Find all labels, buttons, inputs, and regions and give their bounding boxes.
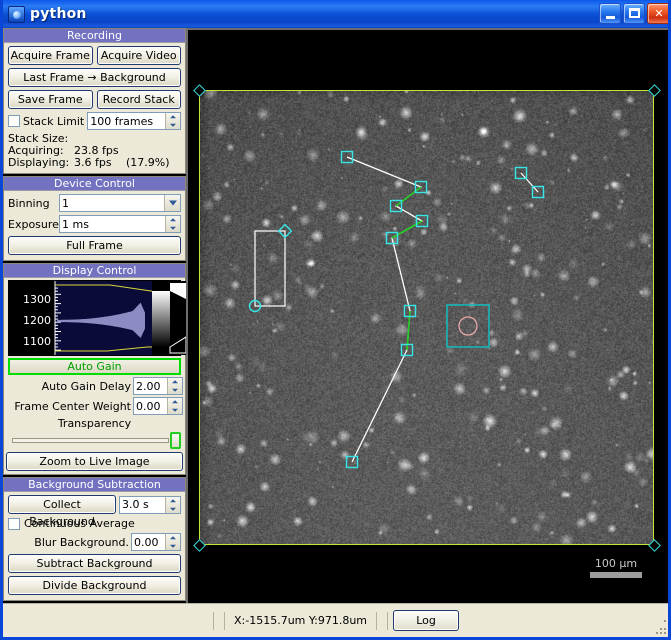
stack-limit-label: Stack Limit	[23, 115, 84, 128]
chevron-down-icon[interactable]	[164, 195, 180, 211]
zoom-to-live-image-button[interactable]: Zoom to Live Image	[6, 452, 183, 471]
python-logo-icon	[8, 6, 25, 23]
record-stack-button[interactable]: Record Stack	[97, 90, 182, 109]
log-button[interactable]: Log	[393, 610, 459, 631]
save-frame-button[interactable]: Save Frame	[8, 90, 93, 109]
display-control-title: Display Control	[4, 264, 185, 278]
live-image-canvas[interactable]	[199, 90, 654, 545]
collect-background-duration-stepper[interactable]	[165, 497, 180, 513]
frame-center-weight-label: Frame Center Weight	[14, 400, 131, 413]
auto-gain-delay-input[interactable]: 2.00	[133, 377, 183, 395]
panel-display-control: Display Control 1300 1200 1100 Auto Gain A…	[3, 263, 186, 475]
transparency-slider-thumb[interactable]	[170, 432, 181, 449]
live-image-pane[interactable]: 100 µm	[186, 28, 671, 606]
collect-background-duration-value: 3.0 s	[122, 498, 149, 511]
last-frame-to-background-button[interactable]: Last Frame → Background	[8, 68, 181, 87]
displaying-label: Displaying:	[8, 157, 74, 169]
scale-bar: 100 µm	[573, 557, 659, 578]
window-titlebar: python ✕	[3, 0, 671, 28]
resize-grip[interactable]	[656, 620, 670, 634]
recording-title: Recording	[4, 29, 185, 43]
panel-background-subtraction: Background Subtraction Collect Backgroun…	[3, 477, 186, 601]
displaying-value: 3.6 fps	[74, 157, 126, 169]
device-control-title: Device Control	[4, 177, 185, 191]
full-frame-button[interactable]: Full Frame	[8, 236, 181, 255]
window-title: python	[30, 6, 87, 22]
exposure-value: 1 ms	[62, 218, 89, 231]
recording-stats: Stack Size: Acquiring: 23.8 fps Displayin…	[8, 133, 181, 169]
collect-background-duration-input[interactable]: 3.0 s	[119, 496, 181, 514]
transparency-slider-track	[12, 438, 169, 443]
acquire-video-button[interactable]: Acquire Video	[97, 46, 182, 65]
close-icon: ✕	[648, 4, 670, 23]
binning-label: Binning	[8, 197, 56, 210]
blur-background-label: Blur Background.	[34, 536, 129, 549]
continuous-average-label: Continuous Average	[24, 517, 135, 530]
cursor-coordinates: X:-1515.7um Y:971.8um	[230, 614, 371, 627]
acquire-frame-button[interactable]: Acquire Frame	[8, 46, 93, 65]
histogram-plot: 1300 1200 1100	[9, 281, 186, 355]
stack-limit-input[interactable]: 100 frames	[87, 112, 181, 130]
panel-device-control: Device Control Binning 1 Exposure 1 ms F…	[3, 176, 186, 261]
application-window: python ✕ Recording Acquire Frame Acquire…	[0, 0, 671, 640]
maximize-button[interactable]	[623, 3, 645, 24]
close-button[interactable]: ✕	[647, 3, 671, 24]
binning-select[interactable]: 1	[59, 194, 181, 212]
blur-background-stepper[interactable]	[165, 534, 180, 550]
exposure-label: Exposure	[8, 218, 56, 231]
continuous-average-checkbox[interactable]	[8, 518, 20, 530]
svg-text:1100: 1100	[23, 335, 51, 348]
minimize-button[interactable]	[599, 3, 621, 24]
auto-gain-delay-label: Auto Gain Delay	[42, 380, 131, 393]
svg-text:1200: 1200	[23, 314, 51, 327]
stack-limit-value: 100 frames	[90, 115, 153, 128]
background-subtraction-title: Background Subtraction	[4, 478, 185, 492]
scale-bar-line	[590, 572, 642, 578]
stack-limit-stepper[interactable]	[165, 113, 180, 129]
blur-background-input[interactable]: 0.00	[131, 533, 181, 551]
panel-recording: Recording Acquire Frame Acquire Video La…	[3, 28, 186, 174]
transparency-slider[interactable]	[8, 432, 181, 449]
window-controls: ✕	[599, 3, 671, 24]
status-bar: X:-1515.7um Y:971.8um Log	[3, 603, 671, 637]
auto-gain-delay-value: 2.00	[136, 380, 161, 393]
divide-background-button[interactable]: Divide Background	[8, 576, 181, 595]
exposure-stepper[interactable]	[165, 216, 180, 232]
stack-limit-checkbox[interactable]	[8, 115, 20, 127]
exposure-input[interactable]: 1 ms	[59, 215, 181, 233]
scale-bar-label: 100 µm	[573, 557, 659, 570]
histogram-display[interactable]: 1300 1200 1100	[8, 280, 181, 356]
roi-overlay[interactable]	[200, 91, 654, 545]
transparency-label: Transparency	[6, 417, 183, 430]
svg-text:1300: 1300	[23, 293, 51, 306]
displaying-percent: (17.9%)	[126, 157, 170, 169]
blur-background-value: 0.00	[134, 536, 159, 549]
collect-background-button[interactable]: Collect Background	[8, 495, 116, 514]
binning-value: 1	[62, 197, 69, 210]
subtract-background-button[interactable]: Subtract Background	[8, 554, 181, 573]
control-sidebar: Recording Acquire Frame Acquire Video La…	[3, 28, 186, 606]
frame-center-weight-input[interactable]: 0.00	[133, 397, 183, 415]
auto-gain-button[interactable]: Auto Gain	[8, 358, 181, 375]
auto-gain-delay-stepper[interactable]	[167, 378, 182, 394]
frame-center-weight-stepper[interactable]	[167, 398, 182, 414]
frame-center-weight-value: 0.00	[136, 400, 161, 413]
